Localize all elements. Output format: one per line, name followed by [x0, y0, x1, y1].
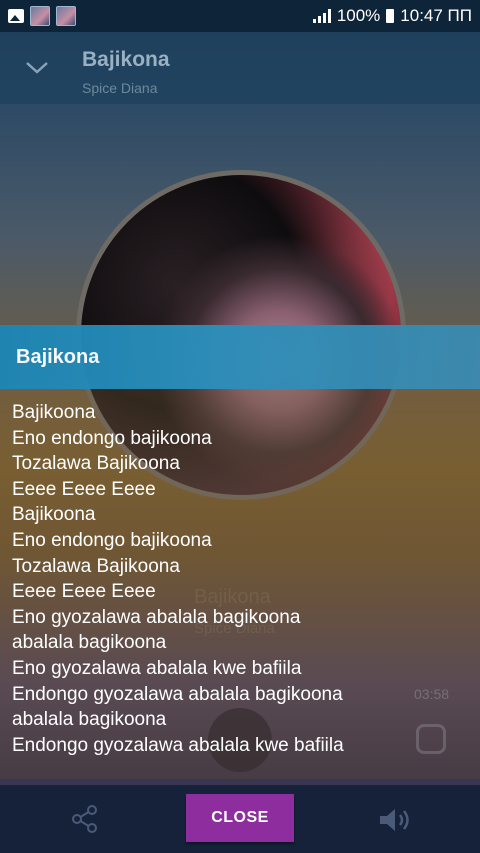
song-artist: Spice Diana — [82, 80, 158, 96]
lyrics-text[interactable]: Bajikoona Eno endongo bajikoona Tozalawa… — [12, 400, 472, 758]
thumbnail-icon — [30, 6, 50, 26]
image-icon — [8, 9, 24, 23]
lyric-line: Endongo gyozalawa abalala bagikoona — [12, 683, 343, 705]
lyric-line: Eno endongo bajikoona — [12, 529, 212, 551]
lyric-line: abalala bagikoona — [12, 709, 167, 731]
battery-level: 100% — [336, 6, 381, 25]
share-icon[interactable] — [70, 804, 100, 834]
lyric-line: Eeee Eeee Eeee — [12, 478, 156, 500]
song-title: Bajikona — [82, 48, 170, 71]
lyric-line: Endongo gyozalawa abalala kwe bafiila — [12, 734, 344, 756]
lyrics-dialog-title: Bajikona — [16, 345, 100, 368]
lyric-line: Bajikoona — [12, 402, 96, 423]
lyric-line: Tozalawa Bajikoona — [12, 555, 180, 577]
player-header: Bajikona Spice Diana — [0, 32, 480, 104]
lyric-line: Eeee Eeee Eeee — [12, 581, 156, 603]
lyric-line: Eno gyozalawa abalala bagikoona — [12, 606, 301, 628]
close-button[interactable]: CLOSE — [186, 794, 294, 842]
chevron-down-icon[interactable] — [24, 56, 50, 78]
lyric-line: Eno gyozalawa abalala kwe bafiila — [12, 657, 302, 679]
lyric-line: abalala bagikoona — [12, 632, 167, 654]
lyrics-dialog-header: Bajikona — [0, 325, 480, 389]
volume-icon[interactable] — [378, 806, 414, 834]
lyric-line: Eno endongo bajikoona — [12, 427, 212, 449]
clock: 10:47 ПП — [400, 6, 472, 25]
thumbnail-icon — [56, 6, 76, 26]
status-bar: 100% 10:47 ПП — [0, 0, 480, 32]
battery-icon — [386, 9, 395, 23]
lyric-line: Bajikoona — [12, 504, 96, 526]
signal-icon — [312, 9, 331, 23]
lyric-line: Tozalawa Bajikoona — [12, 453, 180, 475]
